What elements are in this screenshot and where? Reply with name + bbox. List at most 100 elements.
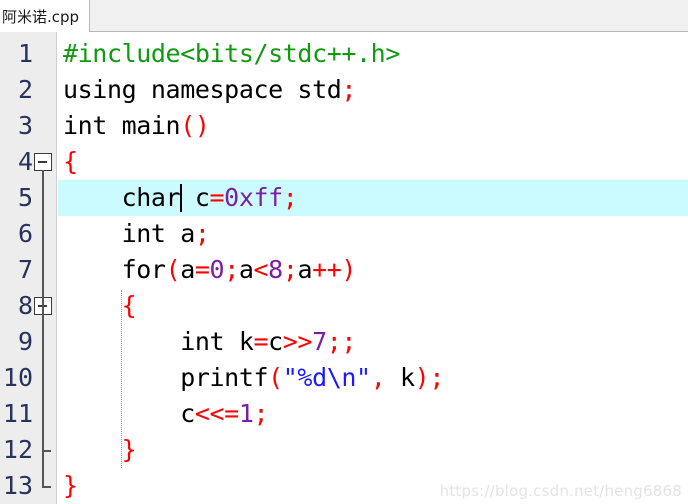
code-token-num: 8 xyxy=(268,255,283,284)
code-token-punct: ( xyxy=(165,255,181,284)
code-token-punct: ++) xyxy=(312,255,357,284)
line-number: 5 xyxy=(17,183,33,212)
tab-file-cpp[interactable]: 阿米诺.cpp xyxy=(0,0,91,32)
code-token-plain: c xyxy=(63,399,195,428)
code-token-num: 7 xyxy=(312,327,327,356)
code-token-plain: int k xyxy=(63,327,254,356)
code-line[interactable]: using namespace std; xyxy=(58,72,688,108)
code-line[interactable]: int a; xyxy=(58,216,688,252)
line-number: 8 xyxy=(17,291,33,320)
code-line[interactable]: for(a=0;a<8;a++) xyxy=(58,252,688,288)
code-token-punct: ; xyxy=(253,399,269,428)
code-token-plain: a xyxy=(297,255,313,284)
code-editor[interactable]: 1 2 3 4 5 6 7 8 9 10 11 12 13 #include<bits/stdc++.h… xyxy=(0,32,688,504)
code-line-text: #include<bits/stdc++.h> xyxy=(63,36,400,72)
gutter-row[interactable]: 6 xyxy=(0,216,57,252)
code-token-punct: } xyxy=(63,471,78,500)
fold-range-line xyxy=(42,170,44,486)
code-line-text: using namespace std; xyxy=(63,72,356,108)
code-token-plain: printf xyxy=(63,363,269,392)
code-token-punct: >> xyxy=(282,327,313,356)
code-token-plain: char c xyxy=(63,183,210,212)
code-line-text: c<<=1; xyxy=(63,396,268,432)
code-token-plain: k xyxy=(385,363,415,392)
code-token-plain: c xyxy=(268,327,283,356)
code-line[interactable]: c<<=1; xyxy=(58,396,688,432)
code-line-text: for(a=0;a<8;a++) xyxy=(63,252,357,288)
code-line[interactable]: } xyxy=(58,432,688,468)
line-number: 13 xyxy=(2,471,33,500)
code-token-prep: #include<bits/stdc++.h> xyxy=(63,39,400,68)
code-token-punct: , xyxy=(370,363,386,392)
code-token-plain: using namespace std xyxy=(63,75,342,104)
code-token-punct: ;; xyxy=(326,327,357,356)
code-line[interactable]: int k=c>>7;; xyxy=(58,324,688,360)
code-token-num: 0xff xyxy=(224,183,283,212)
text-cursor xyxy=(180,184,183,212)
code-line-text: } xyxy=(63,468,78,504)
code-line[interactable]: { xyxy=(58,144,688,180)
gutter-row[interactable]: 10 xyxy=(0,360,57,396)
gutter-row[interactable]: 11 xyxy=(0,396,57,432)
line-number: 7 xyxy=(17,255,33,284)
gutter-row[interactable]: 7 xyxy=(0,252,57,288)
gutter-row[interactable]: 9 xyxy=(0,324,57,360)
code-token-plain: int a xyxy=(63,219,196,248)
line-number: 3 xyxy=(17,111,33,140)
code-line[interactable]: #include<bits/stdc++.h> xyxy=(58,36,688,72)
tab-bar: 阿米诺.cpp xyxy=(0,0,688,32)
code-line-text: { xyxy=(63,288,137,324)
gutter-row[interactable]: 4 xyxy=(0,144,57,180)
line-number: 12 xyxy=(2,435,33,464)
code-token-num: 1 xyxy=(238,399,254,428)
code-token-plain: int main xyxy=(63,111,181,140)
code-token-punct: ; xyxy=(194,219,210,248)
line-number: 11 xyxy=(2,399,33,428)
gutter-row[interactable]: 5 xyxy=(0,180,57,216)
indent-guide xyxy=(121,290,123,468)
line-number: 2 xyxy=(17,75,33,104)
gutter-row[interactable]: 8 xyxy=(0,288,57,324)
code-token-num: 0 xyxy=(209,255,225,284)
code-token-punct: < xyxy=(253,255,269,284)
code-token-punct: <<= xyxy=(194,399,239,428)
gutter-row[interactable]: 3 xyxy=(0,108,57,144)
code-line-text: } xyxy=(63,432,137,468)
line-number-gutter[interactable]: 1 2 3 4 5 6 7 8 9 10 11 12 13 xyxy=(0,32,57,504)
line-number: 6 xyxy=(17,219,33,248)
line-number: 4 xyxy=(17,147,33,176)
line-number: 1 xyxy=(17,39,33,68)
code-token-punct: ; xyxy=(282,255,298,284)
gutter-row[interactable]: 2 xyxy=(0,72,57,108)
code-token-punct: } xyxy=(121,435,137,464)
code-content-area[interactable]: #include<bits/stdc++.h> using namespace s… xyxy=(58,32,688,504)
code-line[interactable]: char c=0xff; xyxy=(58,180,688,216)
line-number: 9 xyxy=(17,327,33,356)
fold-collapse-icon[interactable] xyxy=(34,153,52,171)
code-token-plain: for xyxy=(63,255,166,284)
fold-range-end-marker xyxy=(42,486,51,488)
code-token-punct: = xyxy=(194,255,210,284)
code-token-punct: ; xyxy=(224,255,239,284)
code-token-punct: () xyxy=(180,111,210,140)
code-line[interactable]: int main() xyxy=(58,108,688,144)
gutter-row[interactable]: 1 xyxy=(0,36,57,72)
code-token-str: "%d\n" xyxy=(282,363,371,392)
tab-label: 阿米诺.cpp xyxy=(2,7,80,26)
code-line-text: { xyxy=(63,144,78,180)
code-line-text: int main() xyxy=(63,108,210,144)
code-token-punct: = xyxy=(209,183,225,212)
code-token-punct: ); xyxy=(414,363,445,392)
code-token-punct: { xyxy=(63,147,78,176)
code-line[interactable]: { xyxy=(58,288,688,324)
code-token-plain: a xyxy=(180,255,195,284)
code-line[interactable]: printf("%d\n", k); xyxy=(58,360,688,396)
code-token-punct: { xyxy=(121,291,137,320)
code-token-punct: ; xyxy=(341,75,357,104)
code-line-text: int k=c>>7;; xyxy=(63,324,356,360)
line-number: 10 xyxy=(2,363,33,392)
code-token-punct: = xyxy=(253,327,269,356)
watermark: https://blog.csdn.net/heng6868 xyxy=(439,482,682,500)
